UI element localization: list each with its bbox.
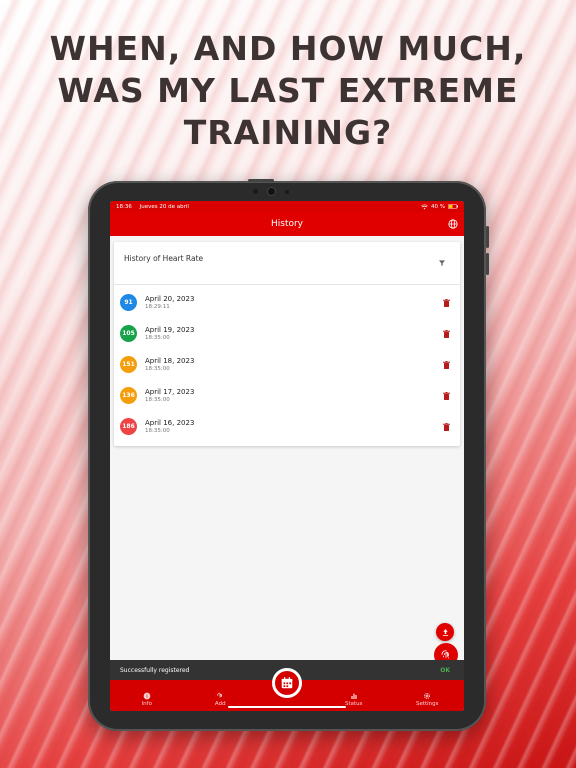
volume-up-button xyxy=(486,226,489,248)
trash-icon[interactable] xyxy=(443,422,450,431)
heart-rate-badge: 136 xyxy=(120,387,137,404)
filter-icon[interactable] xyxy=(438,259,446,267)
home-indicator xyxy=(228,706,346,708)
row-date: April 16, 2023 xyxy=(145,419,195,427)
nav-label-settings: Settings xyxy=(415,701,439,707)
volume-down-button xyxy=(486,253,489,275)
row-date: April 17, 2023 xyxy=(145,388,195,396)
nav-item-status[interactable]: Status xyxy=(329,692,379,707)
gear-icon xyxy=(424,693,431,699)
status-bar: 18:36 Jueves 20 de abril 40 % xyxy=(110,201,464,212)
history-row[interactable]: 186 April 16, 2023 18:35:00 xyxy=(114,411,460,442)
trash-icon[interactable] xyxy=(443,298,450,307)
trash-icon[interactable] xyxy=(443,360,450,369)
history-row[interactable]: 105 April 19, 2023 18:35:00 xyxy=(114,318,460,349)
history-row[interactable]: 91 April 20, 2023 18:29:11 xyxy=(114,287,460,318)
heart-rate-badge: 151 xyxy=(120,356,137,373)
nav-item-add[interactable]: Add xyxy=(195,692,245,707)
sensor-dot xyxy=(253,189,258,194)
app-bar: History xyxy=(110,212,464,236)
history-row[interactable]: 136 April 17, 2023 18:35:00 xyxy=(114,380,460,411)
top-button xyxy=(248,179,274,182)
globe-icon[interactable] xyxy=(448,219,458,229)
trash-icon[interactable] xyxy=(443,329,450,338)
row-time: 18:35:00 xyxy=(145,428,170,434)
row-date: April 19, 2023 xyxy=(145,326,195,334)
headline-line-3: TRAINING? xyxy=(183,113,393,152)
trash-icon[interactable] xyxy=(443,391,450,400)
camera-icon xyxy=(267,187,276,196)
card-header: History of Heart Rate xyxy=(114,242,460,285)
bottom-navigation: Info Add Status Settings xyxy=(110,668,464,711)
info-icon xyxy=(143,692,151,700)
snackbar-message: Successfully registered xyxy=(120,666,190,674)
headline: WHEN, AND HOW MUCH, WAS MY LAST EXTREME … xyxy=(0,28,576,154)
sensor-dot-small xyxy=(285,190,289,194)
calendar-icon xyxy=(281,677,293,689)
row-time: 18:35:00 xyxy=(145,335,170,341)
row-time: 18:29:11 xyxy=(145,304,170,310)
battery-percent: 40 % xyxy=(431,203,445,210)
status-time: 18:36 xyxy=(116,203,132,210)
status-date: Jueves 20 de abril xyxy=(139,203,189,210)
app-title: History xyxy=(270,219,304,229)
row-text: April 18, 2023 18:35:00 xyxy=(145,357,443,372)
app-screen: 18:36 Jueves 20 de abril 40 % History Hi… xyxy=(110,201,464,711)
heart-rate-badge: 91 xyxy=(120,294,137,311)
row-text: April 19, 2023 18:35:00 xyxy=(145,326,443,341)
bar-chart-icon xyxy=(351,693,357,699)
row-text: April 17, 2023 18:35:00 xyxy=(145,388,443,403)
nav-label-add: Add xyxy=(214,701,226,707)
row-time: 18:35:00 xyxy=(145,366,170,372)
calendar-button[interactable] xyxy=(272,668,302,698)
row-time: 18:35:00 xyxy=(145,397,170,403)
headline-line-1: WHEN, AND HOW MUCH, xyxy=(49,29,527,68)
upload-button[interactable] xyxy=(436,623,454,641)
upload-icon xyxy=(442,628,448,636)
wifi-icon xyxy=(421,203,429,209)
fingerprint-icon xyxy=(217,692,223,698)
nav-item-info[interactable]: Info xyxy=(122,692,172,707)
headline-line-2: WAS MY LAST EXTREME xyxy=(57,71,519,110)
row-date: April 20, 2023 xyxy=(145,295,195,303)
row-text: April 20, 2023 18:29:11 xyxy=(145,295,443,310)
row-date: April 18, 2023 xyxy=(145,357,195,365)
history-list: 91 April 20, 2023 18:29:11 105 April 19, 202… xyxy=(114,285,460,446)
card-title: History of Heart Rate xyxy=(124,253,204,263)
row-text: April 16, 2023 18:35:00 xyxy=(145,419,443,434)
tablet-frame: 18:36 Jueves 20 de abril 40 % History Hi… xyxy=(88,179,489,731)
heart-rate-badge: 105 xyxy=(120,325,137,342)
nav-label-status: Status xyxy=(344,701,363,707)
heart-rate-badge: 186 xyxy=(120,418,137,435)
nav-item-settings[interactable]: Settings xyxy=(402,692,452,707)
nav-label-info: Info xyxy=(141,701,152,707)
history-row[interactable]: 151 April 18, 2023 18:35:00 xyxy=(114,349,460,380)
snackbar-ok-button[interactable]: OK xyxy=(440,667,450,674)
battery-icon xyxy=(448,204,458,209)
history-card: History of Heart Rate 91 April 20, 2023 18… xyxy=(114,242,460,446)
